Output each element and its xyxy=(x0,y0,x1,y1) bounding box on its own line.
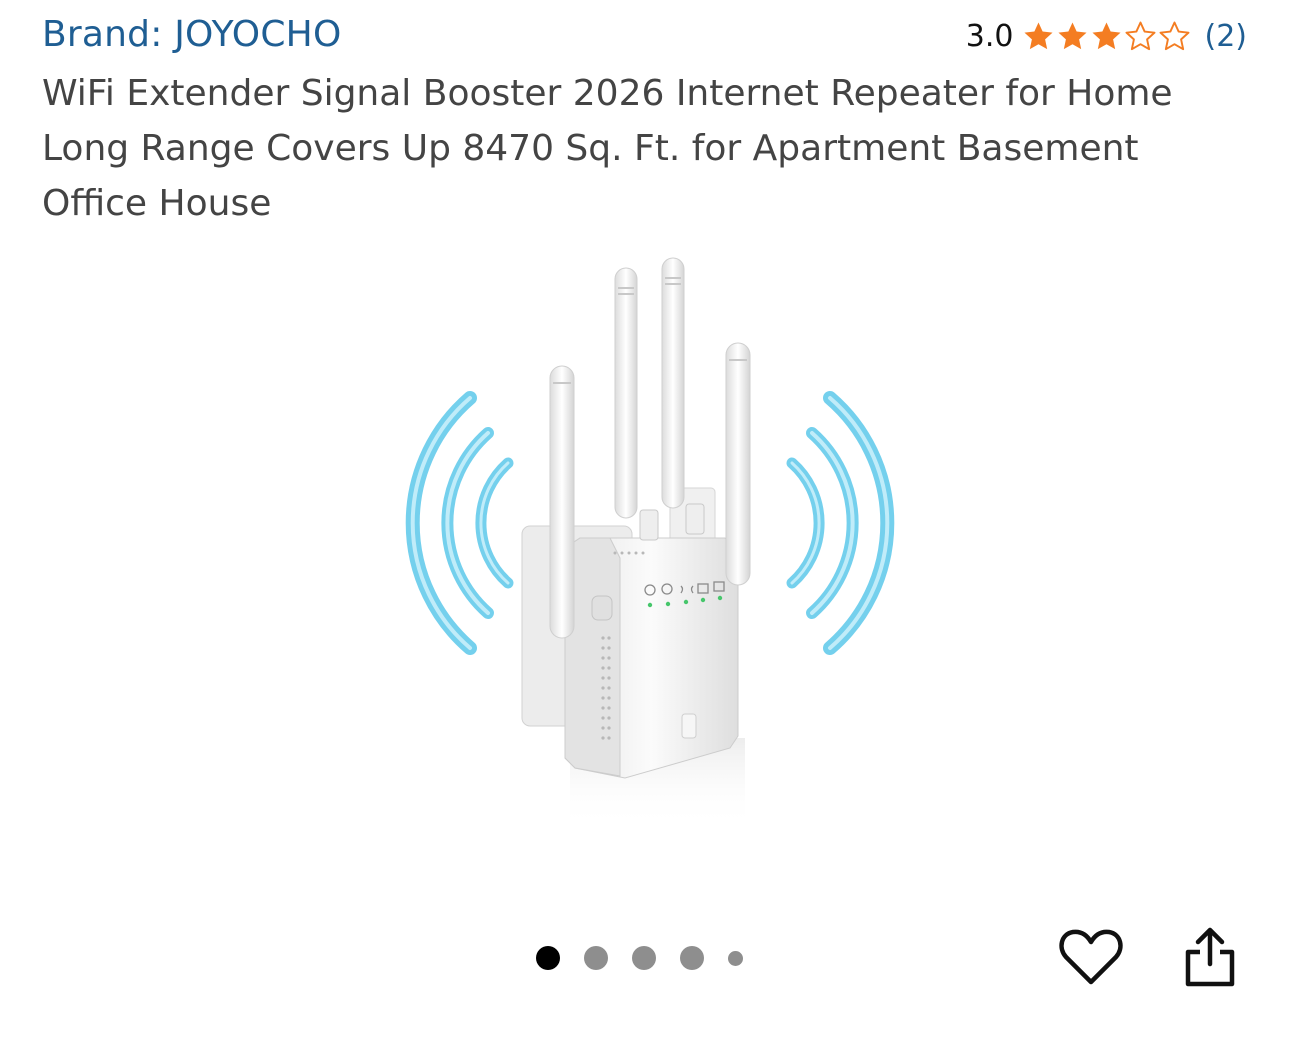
carousel-dot[interactable] xyxy=(536,946,560,970)
carousel-dot[interactable] xyxy=(728,950,743,966)
heart-icon xyxy=(1059,929,1123,985)
image-carousel-indicators xyxy=(536,946,743,970)
share-button[interactable] xyxy=(1178,924,1242,990)
rating-count-link[interactable]: (2) xyxy=(1205,19,1248,54)
product-title: WiFi Extender Signal Booster 2026 Intern… xyxy=(42,73,1173,224)
carousel-dot[interactable] xyxy=(584,946,608,970)
star-empty-icon xyxy=(1159,21,1189,50)
rating-value: 3.0 xyxy=(965,18,1014,54)
star-filled-icon xyxy=(1057,21,1087,49)
product-image[interactable] xyxy=(370,248,930,838)
star-empty-icon xyxy=(1125,21,1155,50)
star-filled-icon xyxy=(1023,21,1053,49)
carousel-dot[interactable] xyxy=(632,946,656,970)
share-icon xyxy=(1185,927,1235,987)
favorite-button[interactable] xyxy=(1058,924,1124,990)
wifi-extender-image xyxy=(405,257,895,828)
brand-link[interactable]: Brand: JOYOCHO xyxy=(42,14,341,55)
star-rating xyxy=(1022,20,1191,53)
star-filled-icon xyxy=(1091,21,1121,49)
carousel-dot[interactable] xyxy=(680,946,704,970)
rating-summary[interactable]: 3.0 (2) xyxy=(966,14,1247,58)
